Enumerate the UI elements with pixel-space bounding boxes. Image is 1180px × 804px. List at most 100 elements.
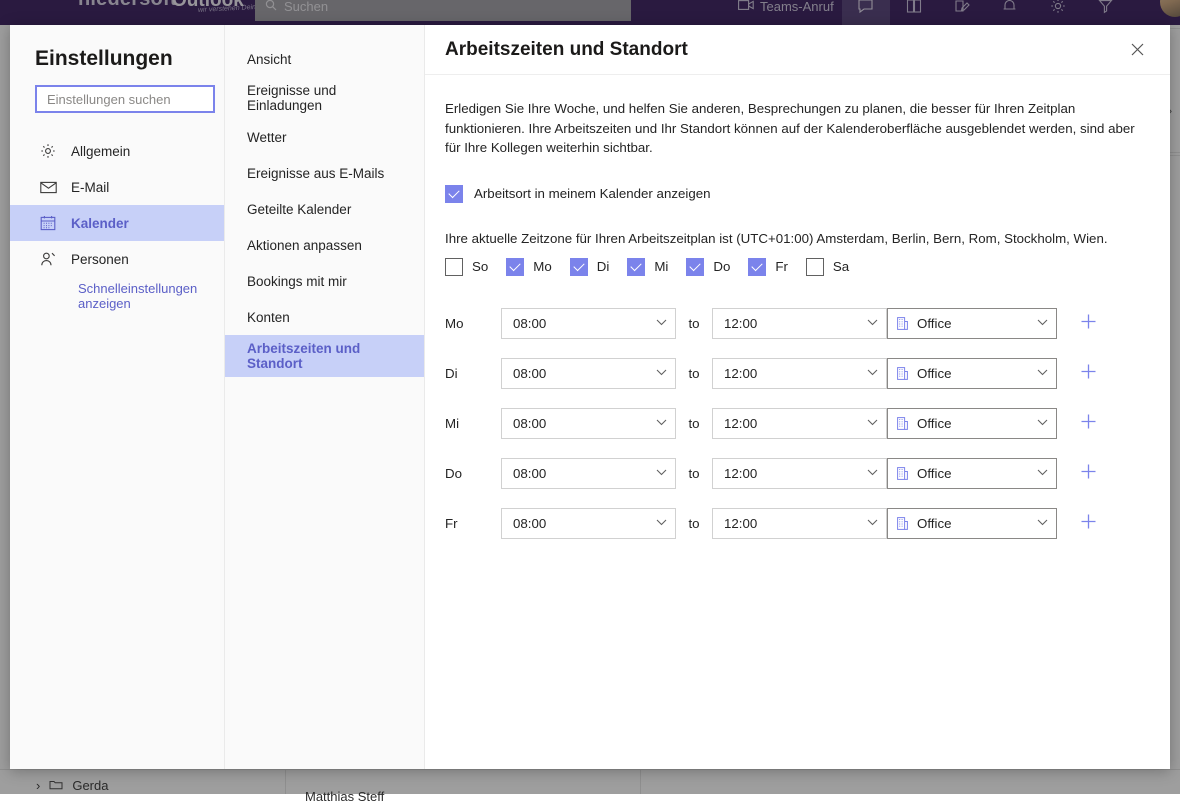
weekday-label: So [472, 259, 488, 274]
weekday-checkbox-row: So Mo Di Mi Do [445, 258, 1150, 276]
end-time-dropdown-mo[interactable]: 12:00 [712, 308, 887, 339]
building-icon [897, 467, 908, 480]
add-time-slot-button-mi[interactable] [1071, 407, 1105, 441]
schedule-row-fr: Fr 08:00 to 12:00 [445, 499, 1150, 549]
weekday-label: Sa [833, 259, 849, 274]
location-dropdown-do[interactable]: Office [887, 458, 1057, 489]
add-time-slot-button-di[interactable] [1071, 357, 1105, 391]
location-dropdown-fr[interactable]: Office [887, 508, 1057, 539]
weekday-label: Mo [533, 259, 551, 274]
settings-dialog: Einstellungen Allgemein [10, 25, 1170, 769]
location-value: Office [917, 516, 1037, 531]
add-time-slot-button-fr[interactable] [1071, 507, 1105, 541]
to-label: to [676, 516, 712, 531]
end-time-dropdown-do[interactable]: 12:00 [712, 458, 887, 489]
building-icon [897, 417, 908, 430]
weekday-checkbox-mi[interactable] [627, 258, 645, 276]
chevron-down-icon [1037, 368, 1048, 379]
building-icon [897, 317, 908, 330]
end-time-value: 12:00 [724, 366, 867, 381]
chevron-down-icon [867, 318, 878, 329]
sidebar-item-allgemein[interactable]: Allgemein [10, 133, 224, 169]
weekday-chip-mi[interactable]: Mi [627, 258, 668, 276]
weekday-chip-mo[interactable]: Mo [506, 258, 551, 276]
sidebar-item-personen[interactable]: Personen [10, 241, 224, 277]
gear-icon [39, 142, 57, 160]
schedule-row-do: Do 08:00 to 12:00 [445, 449, 1150, 499]
sidebar-item-label: Kalender [71, 216, 129, 231]
settings-nav-list: Allgemein E-Mail Kalende [10, 133, 224, 311]
subnav-item-ereignisse-einladungen[interactable]: Ereignisse und Einladungen [225, 77, 424, 119]
sidebar-item-email[interactable]: E-Mail [10, 169, 224, 205]
calendar-subnav-column: Ansicht Ereignisse und Einladungen Wette… [225, 25, 425, 769]
end-time-value: 12:00 [724, 466, 867, 481]
subnav-item-aktionen-anpassen[interactable]: Aktionen anpassen [225, 227, 424, 263]
show-location-checkbox[interactable] [445, 185, 463, 203]
schedule-day-label: Mi [445, 416, 501, 431]
building-icon [897, 517, 908, 530]
work-schedule-list: Mo 08:00 to 12:00 [445, 299, 1150, 549]
sidebar-item-kalender[interactable]: Kalender [10, 205, 224, 241]
start-time-dropdown-mi[interactable]: 08:00 [501, 408, 676, 439]
subnav-item-konten[interactable]: Konten [225, 299, 424, 335]
weekday-checkbox-di[interactable] [570, 258, 588, 276]
chevron-down-icon [1037, 418, 1048, 429]
weekday-checkbox-sa[interactable] [806, 258, 824, 276]
subnav-item-ereignisse-emails[interactable]: Ereignisse aus E-Mails [225, 155, 424, 191]
close-icon[interactable] [1122, 35, 1152, 65]
show-location-row[interactable]: Arbeitsort in meinem Kalender anzeigen [445, 185, 1150, 203]
panel-body: Erledigen Sie Ihre Woche, und helfen Sie… [425, 75, 1170, 549]
location-dropdown-di[interactable]: Office [887, 358, 1057, 389]
start-time-dropdown-mo[interactable]: 08:00 [501, 308, 676, 339]
chevron-down-icon [1037, 318, 1048, 329]
weekday-label: Do [713, 259, 730, 274]
end-time-dropdown-fr[interactable]: 12:00 [712, 508, 887, 539]
location-value: Office [917, 466, 1037, 481]
location-dropdown-mi[interactable]: Office [887, 408, 1057, 439]
weekday-chip-so[interactable]: So [445, 258, 488, 276]
envelope-icon [39, 178, 57, 196]
calendar-icon [39, 214, 57, 232]
weekday-checkbox-so[interactable] [445, 258, 463, 276]
weekday-checkbox-fr[interactable] [748, 258, 766, 276]
weekday-chip-fr[interactable]: Fr [748, 258, 788, 276]
end-time-dropdown-mi[interactable]: 12:00 [712, 408, 887, 439]
add-time-slot-button-mo[interactable] [1071, 307, 1105, 341]
plus-icon [1080, 412, 1097, 436]
weekday-chip-sa[interactable]: Sa [806, 258, 849, 276]
building-icon [897, 367, 908, 380]
weekday-chip-di[interactable]: Di [570, 258, 610, 276]
start-time-value: 08:00 [513, 366, 656, 381]
location-dropdown-mo[interactable]: Office [887, 308, 1057, 339]
chevron-down-icon [656, 468, 667, 479]
settings-search-box[interactable] [35, 85, 215, 113]
location-value: Office [917, 416, 1037, 431]
subnav-item-arbeitszeiten-standort[interactable]: Arbeitszeiten und Standort [225, 335, 424, 377]
subnav-item-geteilte-kalender[interactable]: Geteilte Kalender [225, 191, 424, 227]
quick-settings-link[interactable]: Schnelleinstellungen anzeigen [10, 277, 200, 311]
schedule-day-label: Di [445, 366, 501, 381]
subnav-item-wetter[interactable]: Wetter [225, 119, 424, 155]
start-time-dropdown-di[interactable]: 08:00 [501, 358, 676, 389]
location-value: Office [917, 316, 1037, 331]
settings-search-input[interactable] [45, 91, 205, 108]
people-icon [39, 250, 57, 268]
subnav-item-ansicht[interactable]: Ansicht [225, 41, 424, 77]
sidebar-item-label: Personen [71, 252, 129, 267]
to-label: to [676, 366, 712, 381]
to-label: to [676, 316, 712, 331]
chevron-down-icon [656, 418, 667, 429]
chevron-down-icon [867, 518, 878, 529]
weekday-chip-do[interactable]: Do [686, 258, 730, 276]
weekday-checkbox-do[interactable] [686, 258, 704, 276]
schedule-row-di: Di 08:00 to 12:00 [445, 349, 1150, 399]
plus-icon [1080, 312, 1097, 336]
chevron-down-icon [1037, 468, 1048, 479]
weekday-checkbox-mo[interactable] [506, 258, 524, 276]
panel-header: Arbeitszeiten und Standort [425, 25, 1170, 75]
end-time-dropdown-di[interactable]: 12:00 [712, 358, 887, 389]
start-time-dropdown-do[interactable]: 08:00 [501, 458, 676, 489]
subnav-item-bookings-mit-mir[interactable]: Bookings mit mir [225, 263, 424, 299]
start-time-dropdown-fr[interactable]: 08:00 [501, 508, 676, 539]
add-time-slot-button-do[interactable] [1071, 457, 1105, 491]
